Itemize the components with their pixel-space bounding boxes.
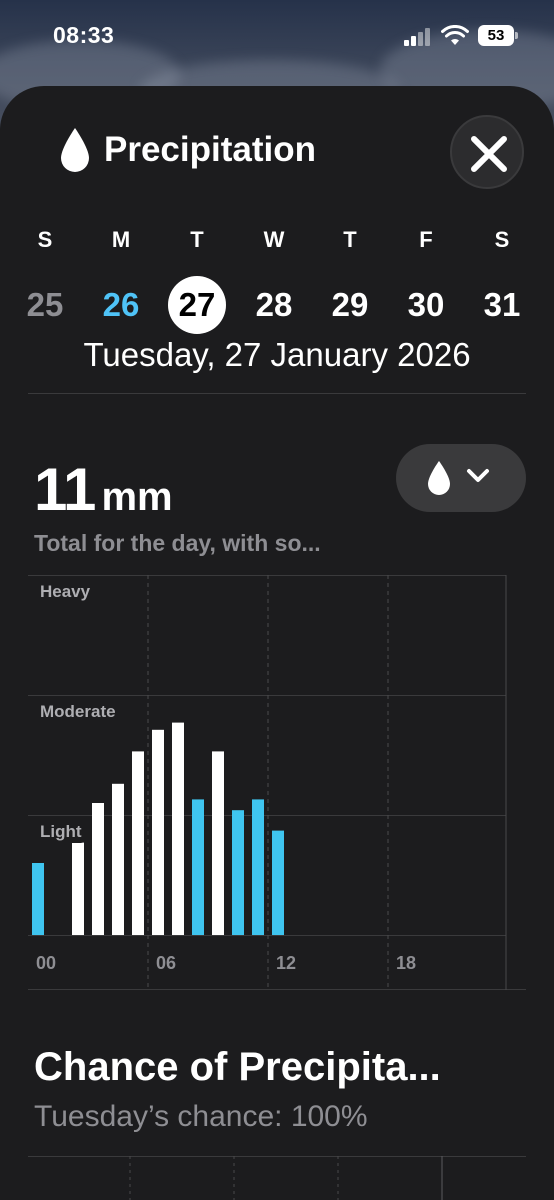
day-28-button[interactable]: 28 [244,276,304,334]
weekday-label: S [37,227,53,252]
intensity-label-moderate: Moderate [40,702,116,721]
precipitation-bar-snow [72,842,84,935]
day-26-button[interactable]: 26 [91,276,151,334]
day-27-button[interactable]: 27 [167,276,227,334]
wifi-icon [441,25,469,45]
precipitation-bar-rain [232,810,244,935]
precipitation-bar-snow [92,803,104,935]
day-number: 28 [255,286,293,323]
precipitation-bar-rain [192,799,204,935]
precipitation-bar-snow [112,783,124,935]
daily-total-value: 11 [34,456,96,523]
day-number: 30 [407,286,445,323]
weekday-label: W [263,227,285,252]
day-number: 25 [26,286,64,323]
raindrop-icon [61,128,89,172]
divider [28,393,526,394]
close-button[interactable] [450,115,524,189]
day-29-button[interactable]: 29 [320,276,380,334]
precipitation-bar-snow [172,722,184,935]
sheet-header: Precipitation [0,86,554,206]
intensity-label-light: Light [40,822,82,841]
daily-total-unit: mm [101,475,173,519]
day-31-button[interactable]: 31 [472,276,532,334]
precipitation-bar-rain [272,830,284,935]
raindrop-icon [428,461,450,495]
status-bar: 08:33 53 [0,0,554,72]
precipitation-chart[interactable]: Light Moderate Heavy 00 06 12 18 [0,575,554,995]
daily-total: 11 mm [34,455,173,524]
precipitation-bar-snow [152,729,164,935]
close-icon [471,136,507,172]
day-number: 31 [483,286,521,323]
chevron-down-icon [467,469,489,482]
chance-section-title: Chance of Precipita... [34,1045,441,1089]
weekday-label: S [494,227,510,252]
day-30-button[interactable]: 30 [396,276,456,334]
battery-indicator: 53 [478,25,518,46]
day-number: 26 [102,286,140,323]
sheet-title: Precipitation [104,130,316,169]
weekday-label: F [419,227,433,252]
precipitation-bar-snow [132,751,144,935]
precipitation-bar-snow [212,751,224,935]
x-tick-label: 12 [276,953,296,973]
precipitation-bar-rain [252,799,264,935]
x-tick-label: 18 [396,953,416,973]
daily-total-description: Total for the day, with so... [34,530,321,556]
cellular-signal-icon [404,28,434,46]
weekday-label: M [111,227,131,252]
day-25-button[interactable]: 25 [15,276,75,334]
precipitation-type-menu-button[interactable] [396,444,526,512]
chance-chart-preview [28,1156,526,1200]
status-time: 08:33 [53,22,115,48]
day-number: 29 [331,286,369,323]
x-tick-label: 00 [36,953,56,973]
chance-section-subtitle: Tuesday’s chance: 100% [34,1100,368,1133]
precipitation-bar-rain [32,863,44,935]
weekday-label: T [190,227,204,252]
day-number: 27 [178,286,216,323]
x-tick-label: 06 [156,953,176,973]
selected-date: Tuesday, 27 January 2026 [83,336,471,373]
intensity-label-heavy: Heavy [40,582,91,601]
weekday-label: T [343,227,357,252]
